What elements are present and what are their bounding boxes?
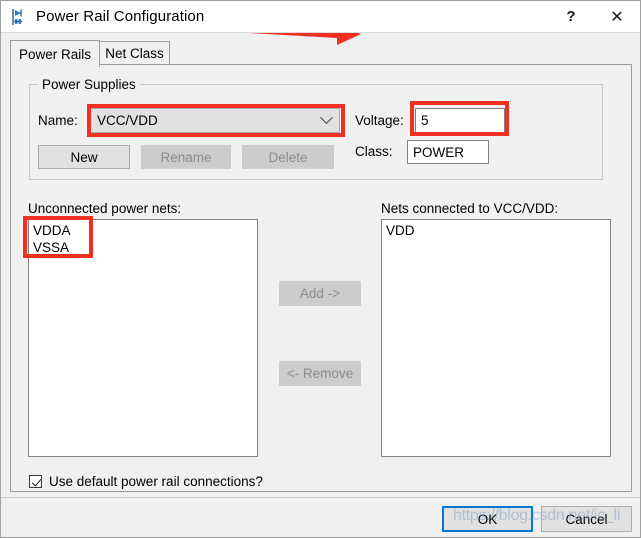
list-item[interactable]: VSSA <box>29 239 257 256</box>
active-tab-joint <box>11 64 99 66</box>
connected-nets-label: Nets connected to VCC/VDD: <box>381 201 559 216</box>
new-button-label: New <box>70 149 98 165</box>
power-rail-configuration-dialog: Power Rail Configuration ? ✕ Power Rails… <box>0 0 641 538</box>
class-input[interactable]: POWER <box>407 140 489 164</box>
voltage-input-value: 5 <box>421 113 429 128</box>
class-input-value: POWER <box>413 144 465 160</box>
name-label: Name: <box>38 113 78 128</box>
title-bar-divider <box>1 32 640 33</box>
tab-power-rails-label: Power Rails <box>18 46 92 62</box>
voltage-label: Voltage: <box>355 113 404 128</box>
tab-power-rails[interactable]: Power Rails <box>10 40 100 67</box>
remove-button: <- Remove <box>279 361 361 386</box>
rename-button-label: Rename <box>160 149 212 165</box>
list-item[interactable]: VDDA <box>29 222 257 239</box>
rename-button: Rename <box>141 145 231 169</box>
unconnected-nets-listbox[interactable]: VDDA VSSA <box>28 219 258 457</box>
add-button-label: Add -> <box>299 286 341 301</box>
new-button[interactable]: New <box>38 145 130 169</box>
tab-net-class-label: Net Class <box>105 46 164 61</box>
unconnected-nets-label: Unconnected power nets: <box>28 201 182 216</box>
name-combobox-value: VCC/VDD <box>97 113 158 128</box>
use-default-connections-label: Use default power rail connections? <box>49 474 263 489</box>
checkbox-checked-icon[interactable] <box>29 475 42 488</box>
remove-button-label: <- Remove <box>286 366 354 381</box>
ok-button[interactable]: OK <box>442 506 533 532</box>
voltage-input[interactable]: 5 <box>415 108 505 133</box>
power-supplies-group-title: Power Supplies <box>38 77 140 92</box>
name-combobox[interactable]: VCC/VDD <box>90 108 340 133</box>
connected-nets-listbox[interactable]: VDD <box>381 219 611 457</box>
close-icon[interactable]: ✕ <box>594 1 640 32</box>
power-rail-icon <box>9 8 27 26</box>
window-title: Power Rail Configuration <box>36 8 205 25</box>
class-label: Class: <box>355 144 393 159</box>
ok-button-label: OK <box>477 511 498 527</box>
add-button: Add -> <box>279 281 361 306</box>
tab-net-class[interactable]: Net Class <box>99 41 170 65</box>
delete-button-label: Delete <box>268 149 308 165</box>
footer-divider <box>1 497 640 498</box>
list-item[interactable]: VDD <box>382 222 610 239</box>
chevron-down-icon[interactable] <box>313 109 339 132</box>
delete-button: Delete <box>242 145 334 169</box>
cancel-button-label: Cancel <box>565 511 608 527</box>
title-bar: Power Rail Configuration ? ✕ <box>1 1 640 32</box>
help-button[interactable]: ? <box>548 1 594 32</box>
use-default-connections-checkbox[interactable]: Use default power rail connections? <box>29 474 263 489</box>
cancel-button[interactable]: Cancel <box>541 506 632 532</box>
